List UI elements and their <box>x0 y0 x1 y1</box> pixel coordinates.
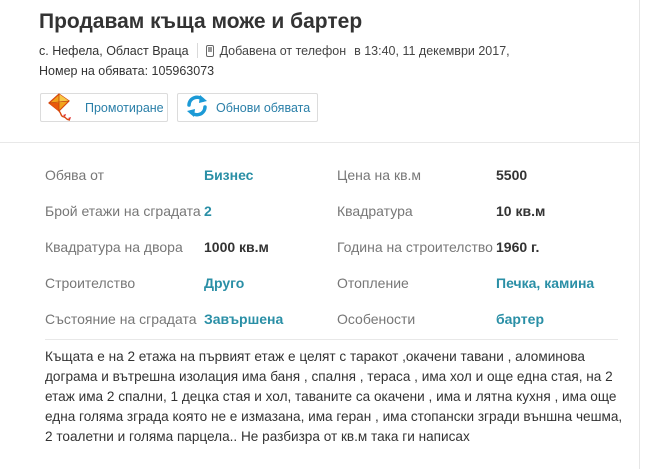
detail-value-link[interactable]: Бизнес <box>204 167 253 183</box>
detail-value: 1000 кв.м <box>204 239 269 255</box>
detail-value-link[interactable]: 2 <box>204 203 212 219</box>
detail-label: Обява от <box>45 167 105 183</box>
listing-title: Продавам къща може и бартер <box>39 10 363 33</box>
section-divider <box>0 142 639 143</box>
listing-meta: с. Нефела, Област Враца Добавена от теле… <box>39 43 510 58</box>
meta-separator <box>196 43 198 58</box>
details-table: Обява от Бизнес Цена на кв.м 5500 Брой е… <box>45 160 625 340</box>
detail-label: Квадратура <box>337 203 413 219</box>
refresh-icon <box>184 93 210 122</box>
detail-value: 10 кв.м <box>496 203 546 219</box>
detail-label: Година на строителство <box>337 239 493 255</box>
details-row: Състояние на сградата Завършена Особенос… <box>45 304 625 340</box>
detail-value-link[interactable]: Печка, камина <box>496 275 594 291</box>
added-time-text: в 13:40, 11 декември 2017, <box>354 43 510 58</box>
kite-icon <box>45 91 79 124</box>
detail-label: Квадратура на двора <box>45 239 183 255</box>
detail-label: Особености <box>337 311 416 327</box>
detail-value-link[interactable]: Завършена <box>204 311 283 327</box>
details-row: Брой етажи на сградата 2 Квадратура 10 к… <box>45 196 625 232</box>
detail-value-link[interactable]: Друго <box>204 275 244 291</box>
details-row: Обява от Бизнес Цена на кв.м 5500 <box>45 160 625 196</box>
detail-value: 1960 г. <box>496 239 540 255</box>
refresh-label: Обнови обявата <box>216 100 311 115</box>
detail-label: Строителство <box>45 275 136 291</box>
details-row: Строителство Друго Отопление Печка, ками… <box>45 268 625 304</box>
detail-label: Състояние на сградата <box>45 311 197 327</box>
location-text: с. Нефела, Област Враца <box>39 43 189 58</box>
phone-icon <box>205 44 214 57</box>
description-divider <box>45 339 618 340</box>
detail-value-link[interactable]: бартер <box>496 311 544 327</box>
detail-label: Брой етажи на сградата <box>45 203 201 219</box>
added-from-text: Добавена от телефон <box>219 43 347 58</box>
promote-button[interactable]: Промотиране <box>40 93 168 122</box>
detail-label: Цена на кв.м <box>337 167 422 183</box>
detail-label: Отопление <box>337 275 409 291</box>
listing-card: Продавам къща може и бартер с. Нефела, О… <box>0 0 640 469</box>
promote-label: Промотиране <box>85 100 164 115</box>
ad-number: Номер на обявата: 105963073 <box>39 64 215 78</box>
detail-value: 5500 <box>496 167 528 183</box>
listing-description: Къщата е на 2 етажа на първият етаж е це… <box>45 349 623 444</box>
details-row: Квадратура на двора 1000 кв.м Година на … <box>45 232 625 268</box>
refresh-ad-button[interactable]: Обнови обявата <box>177 93 318 122</box>
